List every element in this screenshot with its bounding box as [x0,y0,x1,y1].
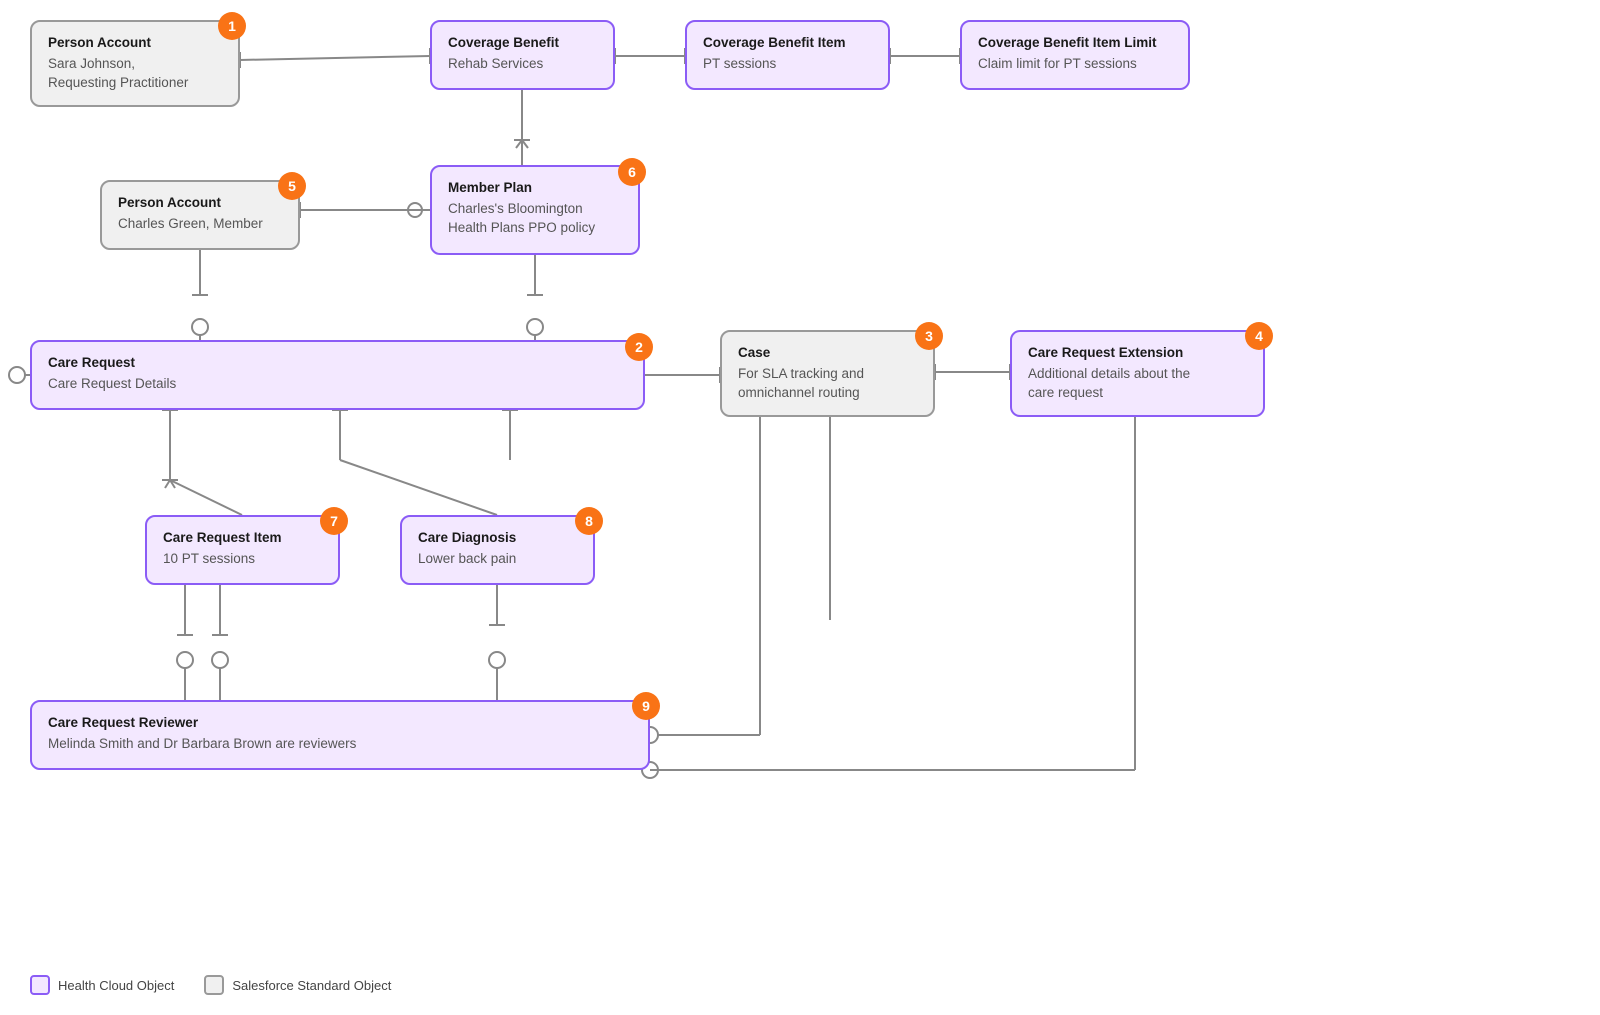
legend-health-cloud: Health Cloud Object [30,975,174,995]
node-coverage-benefit-item-subtitle: PT sessions [703,56,776,71]
legend-purple-box [30,975,50,995]
node-coverage-benefit-title: Coverage Benefit [448,34,597,53]
node-care-request-item: Care Request Item 10 PT sessions [145,515,340,585]
badge-9: 9 [632,692,660,720]
badge-6: 6 [618,158,646,186]
node-care-request-reviewer: Care Request Reviewer Melinda Smith and … [30,700,650,770]
legend: Health Cloud Object Salesforce Standard … [30,975,391,995]
legend-gray-box [204,975,224,995]
node-coverage-benefit-item-limit: Coverage Benefit Item Limit Claim limit … [960,20,1190,90]
node-person-account-5-title: Person Account [118,194,282,213]
node-member-plan-subtitle: Charles's BloomingtonHealth Plans PPO po… [448,201,595,235]
badge-3: 3 [915,322,943,350]
node-care-request-subtitle: Care Request Details [48,376,176,391]
node-care-request-title: Care Request [48,354,627,373]
badge-7: 7 [320,507,348,535]
node-care-diagnosis: Care Diagnosis Lower back pain [400,515,595,585]
badge-8: 8 [575,507,603,535]
node-person-account-1-title: Person Account [48,34,222,53]
badge-5: 5 [278,172,306,200]
legend-salesforce-standard: Salesforce Standard Object [204,975,391,995]
node-coverage-benefit-item: Coverage Benefit Item PT sessions [685,20,890,90]
node-care-request: Care Request Care Request Details [30,340,645,410]
connections-svg [0,0,1600,1015]
node-care-request-extension-subtitle: Additional details about thecare request [1028,366,1190,400]
legend-salesforce-standard-label: Salesforce Standard Object [232,978,391,993]
node-person-account-5: Person Account Charles Green, Member [100,180,300,250]
node-care-diagnosis-subtitle: Lower back pain [418,551,516,566]
node-coverage-benefit-item-limit-subtitle: Claim limit for PT sessions [978,56,1137,71]
node-coverage-benefit-subtitle: Rehab Services [448,56,543,71]
node-person-account-5-subtitle: Charles Green, Member [118,216,263,231]
node-coverage-benefit-item-limit-title: Coverage Benefit Item Limit [978,34,1172,53]
node-member-plan: Member Plan Charles's BloomingtonHealth … [430,165,640,255]
node-case: Case For SLA tracking andomnichannel rou… [720,330,935,417]
node-care-diagnosis-title: Care Diagnosis [418,529,577,548]
node-coverage-benefit-item-title: Coverage Benefit Item [703,34,872,53]
node-care-request-reviewer-subtitle: Melinda Smith and Dr Barbara Brown are r… [48,736,356,751]
legend-health-cloud-label: Health Cloud Object [58,978,174,993]
badge-4: 4 [1245,322,1273,350]
badge-1: 1 [218,12,246,40]
node-case-title: Case [738,344,917,363]
node-care-request-extension: Care Request Extension Additional detail… [1010,330,1265,417]
node-member-plan-title: Member Plan [448,179,622,198]
node-person-account-1-subtitle: Sara Johnson,Requesting Practitioner [48,56,188,90]
badge-2: 2 [625,333,653,361]
node-care-request-extension-title: Care Request Extension [1028,344,1247,363]
diagram-container: Person Account Sara Johnson,Requesting P… [0,0,1600,1015]
node-coverage-benefit: Coverage Benefit Rehab Services [430,20,615,90]
node-care-request-reviewer-title: Care Request Reviewer [48,714,632,733]
node-care-request-item-subtitle: 10 PT sessions [163,551,255,566]
node-person-account-1: Person Account Sara Johnson,Requesting P… [30,20,240,107]
node-case-subtitle: For SLA tracking andomnichannel routing [738,366,864,400]
node-care-request-item-title: Care Request Item [163,529,322,548]
